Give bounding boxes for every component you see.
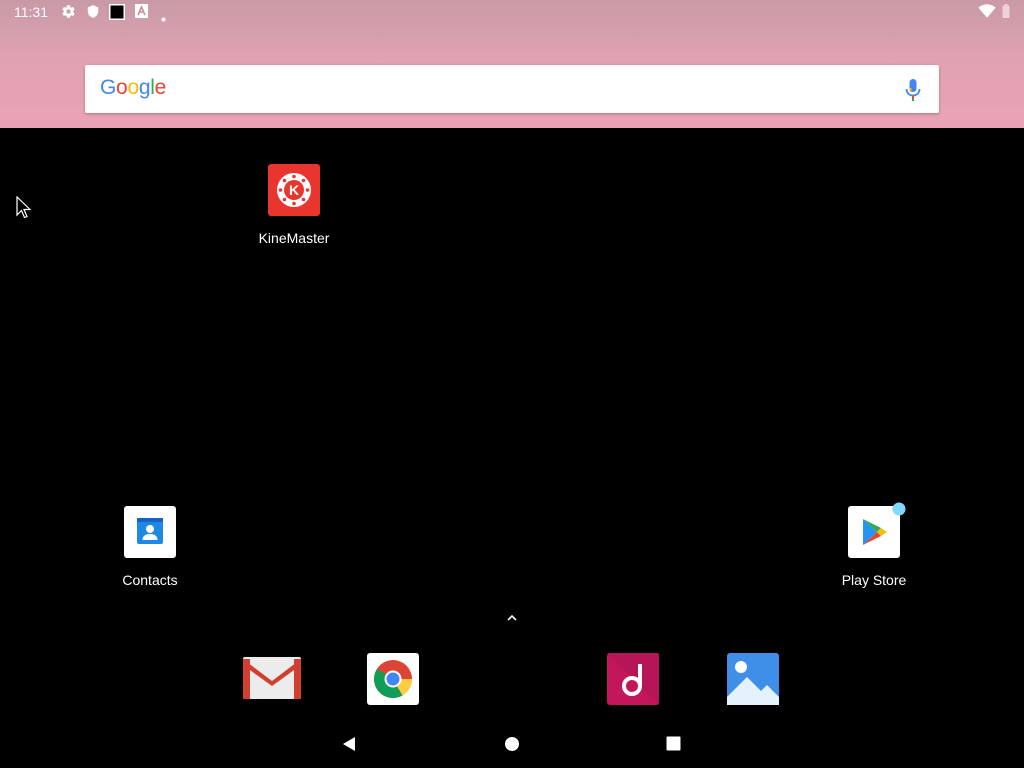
google-logo-letter: g — [138, 76, 151, 99]
app-drawer-caret-icon[interactable] — [504, 611, 520, 629]
chrome-icon[interactable] — [367, 653, 419, 705]
dot-icon — [161, 9, 166, 27]
google-logo-letter: G — [100, 76, 117, 99]
battery-icon — [1002, 4, 1010, 23]
google-logo-letter: o — [127, 76, 139, 99]
mic-icon[interactable] — [905, 79, 921, 106]
google-logo-letter: e — [154, 76, 167, 99]
shield-icon — [86, 4, 100, 24]
gear-icon — [61, 4, 76, 24]
font-a-icon — [135, 4, 148, 23]
google-search-bar[interactable]: Google — [85, 65, 939, 113]
music-icon[interactable] — [607, 653, 659, 705]
mouse-cursor-icon — [16, 195, 32, 225]
app-play-store[interactable]: Play Store — [819, 502, 929, 588]
app-label: KineMaster — [258, 230, 330, 246]
google-logo: Google — [100, 76, 166, 100]
app-contacts[interactable]: Contacts — [95, 506, 205, 588]
app-label: Play Store — [841, 572, 907, 588]
app-kinemaster[interactable]: K KineMaster — [239, 164, 349, 246]
photos-icon[interactable] — [727, 653, 779, 705]
play-store-icon — [848, 502, 906, 558]
kinemaster-icon: K — [268, 164, 320, 216]
gmail-icon[interactable] — [242, 653, 301, 705]
back-icon[interactable] — [341, 736, 357, 757]
status-time: 11:31 — [14, 4, 48, 20]
contacts-icon — [124, 506, 176, 558]
notification-dot-icon — [892, 502, 906, 521]
navigation-bar — [0, 728, 1024, 768]
wifi-icon — [978, 4, 996, 23]
square-icon — [109, 4, 125, 25]
svg-text:K: K — [289, 182, 299, 198]
status-bar: 11:31 — [0, 0, 1024, 24]
google-logo-letter: o — [116, 76, 128, 99]
recents-icon[interactable] — [666, 736, 681, 756]
home-icon[interactable] — [504, 736, 520, 757]
app-label: Contacts — [122, 572, 178, 588]
